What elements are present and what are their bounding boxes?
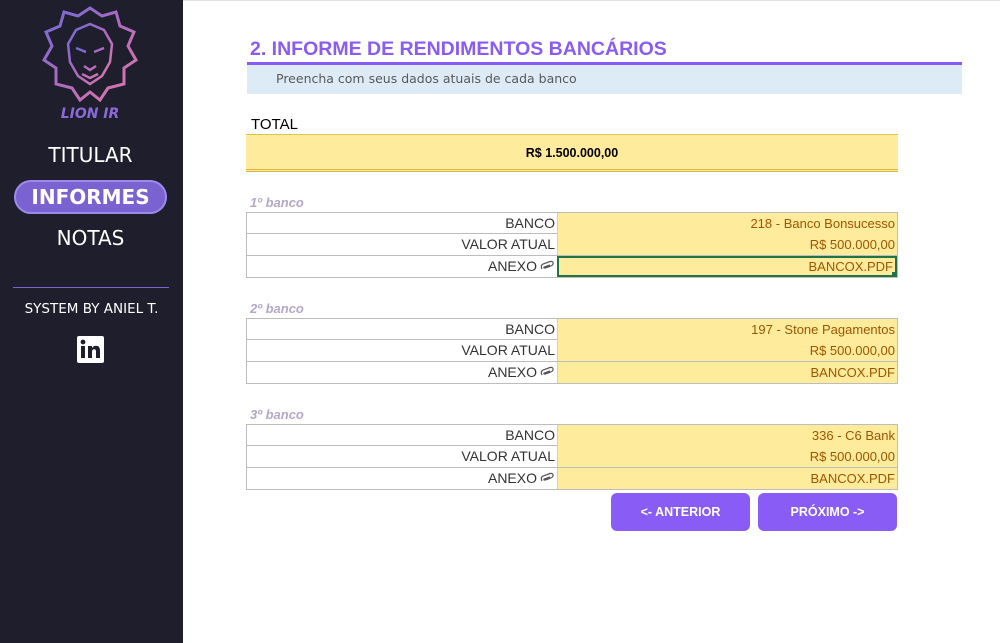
system-by-credit: SYSTEM BY ANIEL T. xyxy=(24,301,159,317)
nav-titular[interactable]: TITULAR xyxy=(14,138,167,172)
bank-2-heading: 2º banco xyxy=(250,301,304,316)
sidebar-divider xyxy=(13,287,169,288)
table-row: BANCO 197 - Stone Pagamentos xyxy=(246,318,898,340)
table-row: ANEXO BANCOX.PDF xyxy=(246,256,898,278)
subtitle-text: Preencha com seus dados atuais de cada b… xyxy=(276,71,577,86)
table-row: VALOR ATUAL R$ 500.000,00 xyxy=(246,234,898,256)
table-row: ANEXO BANCOX.PDF xyxy=(246,362,898,384)
previous-button[interactable]: <- ANTERIOR xyxy=(611,493,750,531)
anexo-label-text: ANEXO xyxy=(487,470,537,486)
next-button[interactable]: PRÓXIMO -> xyxy=(758,493,897,531)
anexo-label-text: ANEXO xyxy=(487,258,537,274)
nav-informes[interactable]: INFORMES xyxy=(14,180,167,214)
anexo-label: ANEXO xyxy=(247,468,557,489)
bank-1-valor-cell[interactable]: R$ 500.000,00 xyxy=(557,234,897,255)
total-value: R$ 1.500.000,00 xyxy=(525,146,619,160)
anexo-label-text: ANEXO xyxy=(487,364,537,380)
bank-3-banco-cell[interactable]: 336 - C6 Bank xyxy=(557,425,897,446)
bank-1-anexo-cell[interactable]: BANCOX.PDF xyxy=(557,256,897,277)
valor-label: VALOR ATUAL xyxy=(461,236,555,252)
paperclip-icon xyxy=(540,260,554,270)
top-border xyxy=(183,0,1000,1)
page-title: 2. INFORME DE RENDIMENTOS BANCÁRIOS xyxy=(250,38,667,60)
paperclip-icon xyxy=(540,472,554,482)
table-row: BANCO 218 - Banco Bonsucesso xyxy=(246,212,898,234)
linkedin-icon[interactable] xyxy=(77,336,104,363)
bank-3-valor-cell[interactable]: R$ 500.000,00 xyxy=(557,446,897,467)
banco-label: BANCO xyxy=(505,321,555,337)
bank-2-table: BANCO 197 - Stone Pagamentos VALOR ATUAL… xyxy=(246,318,898,384)
bank-1-banco-cell[interactable]: 218 - Banco Bonsucesso xyxy=(557,213,897,234)
bank-1-anexo-text: BANCOX.PDF xyxy=(808,259,893,274)
anexo-label: ANEXO xyxy=(247,362,557,383)
anexo-label: ANEXO xyxy=(247,256,557,277)
bank-3-heading: 3º banco xyxy=(250,407,304,422)
bank-1-table: BANCO 218 - Banco Bonsucesso VALOR ATUAL… xyxy=(246,212,898,278)
valor-label: VALOR ATUAL xyxy=(461,342,555,358)
bank-3-table: BANCO 336 - C6 Bank VALOR ATUAL R$ 500.0… xyxy=(246,424,898,490)
sidebar: LION IR TITULAR INFORMES NOTAS SYSTEM BY… xyxy=(0,0,183,643)
bank-2-valor-cell[interactable]: R$ 500.000,00 xyxy=(557,340,897,361)
bank-2-anexo-cell[interactable]: BANCOX.PDF xyxy=(557,362,897,383)
nav-notas[interactable]: NOTAS xyxy=(14,221,167,255)
table-row: VALOR ATUAL R$ 500.000,00 xyxy=(246,446,898,468)
paperclip-icon xyxy=(540,366,554,376)
bank-2-banco-cell[interactable]: 197 - Stone Pagamentos xyxy=(557,319,897,340)
table-row: ANEXO BANCOX.PDF xyxy=(246,468,898,490)
table-row: BANCO 336 - C6 Bank xyxy=(246,424,898,446)
banco-label: BANCO xyxy=(505,215,555,231)
total-label: TOTAL xyxy=(251,116,298,133)
valor-label: VALOR ATUAL xyxy=(461,448,555,464)
bank-3-anexo-cell[interactable]: BANCOX.PDF xyxy=(557,468,897,489)
lion-logo-icon: LION IR xyxy=(42,6,138,122)
fill-handle[interactable] xyxy=(892,272,897,277)
table-row: VALOR ATUAL R$ 500.000,00 xyxy=(246,340,898,362)
logo-text: LION IR xyxy=(61,106,120,122)
banco-label: BANCO xyxy=(505,427,555,443)
bank-1-heading: 1º banco xyxy=(250,195,304,210)
